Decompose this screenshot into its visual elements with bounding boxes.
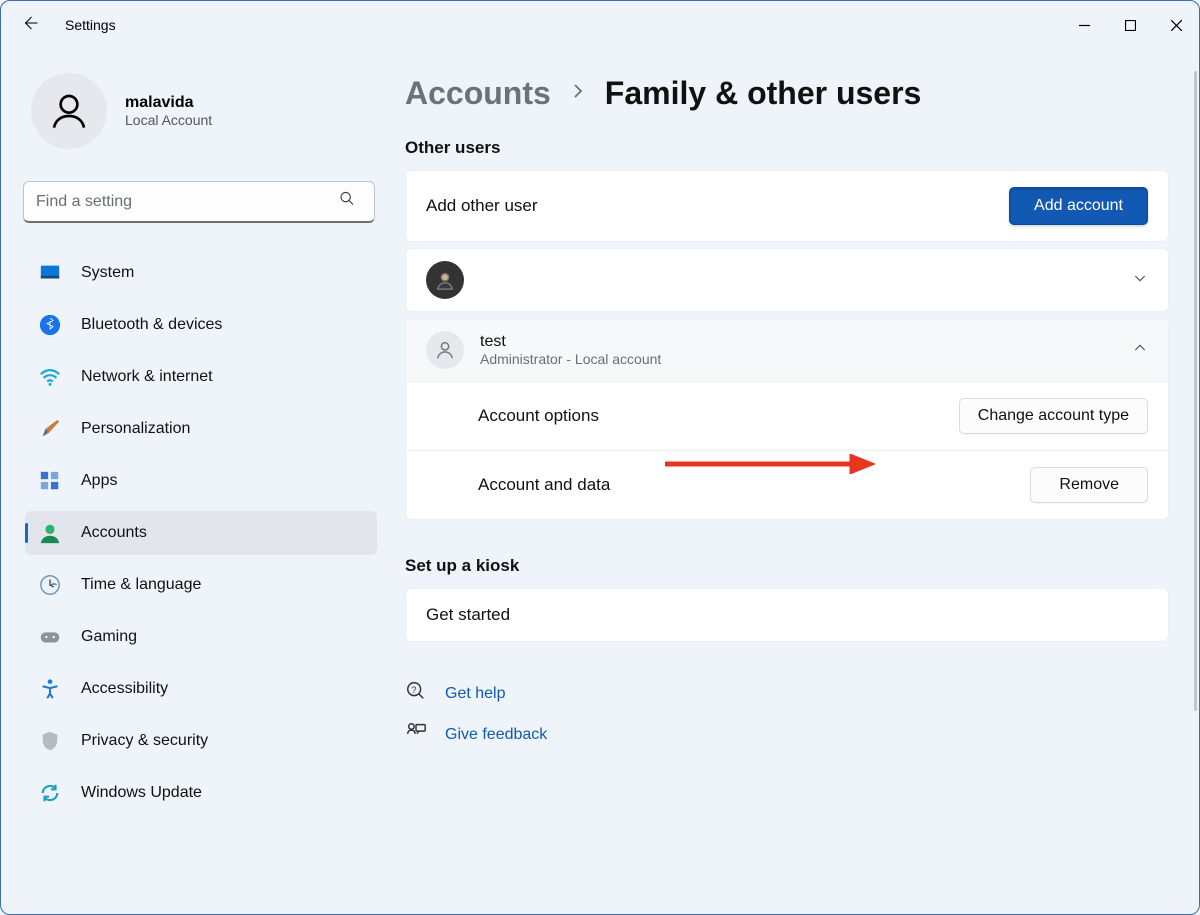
sidebar-item-label: Windows Update (81, 784, 202, 802)
minimize-button[interactable] (1061, 7, 1107, 43)
sidebar-item-label: Gaming (81, 628, 137, 646)
avatar-icon (31, 73, 107, 149)
gaming-icon (39, 626, 61, 648)
user-avatar-icon (426, 331, 464, 369)
chevron-down-icon (1132, 270, 1148, 291)
chevron-up-icon (1132, 340, 1148, 361)
sidebar-item-network[interactable]: Network & internet (25, 355, 377, 399)
apps-icon (39, 470, 61, 492)
add-other-user-label: Add other user (426, 196, 538, 216)
section-kiosk-title: Set up a kiosk (405, 556, 1169, 576)
chevron-right-icon (569, 82, 587, 105)
window-controls (1061, 7, 1199, 43)
change-account-type-button[interactable]: Change account type (959, 398, 1148, 434)
sidebar-item-label: Accounts (81, 524, 147, 542)
remove-button[interactable]: Remove (1030, 467, 1148, 503)
sidebar-item-label: Personalization (81, 420, 190, 438)
sidebar-item-label: Network & internet (81, 368, 213, 386)
add-other-user-card: Add other user Add account (405, 170, 1169, 242)
sidebar-item-label: System (81, 264, 134, 282)
titlebar: Settings (1, 1, 1199, 49)
sidebar-item-personalization[interactable]: Personalization (25, 407, 377, 451)
help-icon: ? (405, 680, 427, 707)
account-options-label: Account options (478, 406, 599, 426)
sidebar-item-apps[interactable]: Apps (25, 459, 377, 503)
sidebar-item-label: Privacy & security (81, 732, 208, 750)
accounts-icon (39, 522, 61, 544)
give-feedback-row[interactable]: Give feedback (405, 721, 1169, 748)
user-avatar-photo (426, 261, 464, 299)
nav-list: System Bluetooth & devices Network & int… (25, 251, 377, 815)
get-help-row[interactable]: ? Get help (405, 680, 1169, 707)
system-icon (39, 262, 61, 284)
user2-name: test (480, 333, 661, 351)
section-other-users-title: Other users (405, 138, 1169, 158)
sidebar-item-privacy[interactable]: Privacy & security (25, 719, 377, 763)
kiosk-card[interactable]: Get started (405, 588, 1169, 642)
account-options-row: Account options Change account type (406, 382, 1168, 450)
search-input[interactable] (23, 181, 375, 223)
breadcrumb-current: Family & other users (605, 75, 922, 112)
wifi-icon (39, 366, 61, 388)
user-card-1[interactable] (405, 248, 1169, 312)
content-area: Accounts Family & other users Other user… (397, 49, 1199, 914)
sidebar-item-label: Apps (81, 472, 117, 490)
shield-icon (39, 730, 61, 752)
feedback-icon (405, 721, 427, 748)
sidebar-item-label: Accessibility (81, 680, 168, 698)
time-icon (39, 574, 61, 596)
accessibility-icon (39, 678, 61, 700)
breadcrumb: Accounts Family & other users (405, 75, 1169, 112)
brush-icon (39, 418, 61, 440)
breadcrumb-parent[interactable]: Accounts (405, 75, 551, 112)
sidebar-item-time[interactable]: Time & language (25, 563, 377, 607)
profile-subtitle: Local Account (125, 112, 212, 128)
scrollbar[interactable] (1194, 71, 1197, 711)
maximize-button[interactable] (1107, 7, 1153, 43)
sidebar-item-accounts[interactable]: Accounts (25, 511, 377, 555)
sidebar: malavida Local Account System Bluetooth … (1, 49, 397, 914)
user2-subtitle: Administrator - Local account (480, 351, 661, 367)
account-data-label: Account and data (478, 475, 610, 495)
give-feedback-link[interactable]: Give feedback (445, 726, 547, 744)
app-title: Settings (65, 17, 116, 33)
add-account-button[interactable]: Add account (1009, 187, 1148, 225)
sidebar-item-accessibility[interactable]: Accessibility (25, 667, 377, 711)
sidebar-item-update[interactable]: Windows Update (25, 771, 377, 815)
profile-name: malavida (125, 94, 212, 112)
update-icon (39, 782, 61, 804)
svg-text:?: ? (411, 685, 416, 695)
sidebar-item-bluetooth[interactable]: Bluetooth & devices (25, 303, 377, 347)
user-card-2-header[interactable]: test Administrator - Local account (406, 319, 1168, 381)
profile-block[interactable]: malavida Local Account (31, 73, 377, 149)
search-icon (339, 190, 355, 211)
sidebar-item-label: Bluetooth & devices (81, 316, 222, 334)
kiosk-label: Get started (426, 605, 510, 625)
close-button[interactable] (1153, 7, 1199, 43)
get-help-link[interactable]: Get help (445, 685, 505, 703)
account-data-row: Account and data Remove (406, 450, 1168, 519)
sidebar-item-label: Time & language (81, 576, 201, 594)
sidebar-item-gaming[interactable]: Gaming (25, 615, 377, 659)
back-icon[interactable] (21, 14, 39, 37)
search-box[interactable] (23, 181, 377, 223)
user-card-2: test Administrator - Local account Accou… (405, 318, 1169, 520)
sidebar-item-system[interactable]: System (25, 251, 377, 295)
bluetooth-icon (39, 314, 61, 336)
